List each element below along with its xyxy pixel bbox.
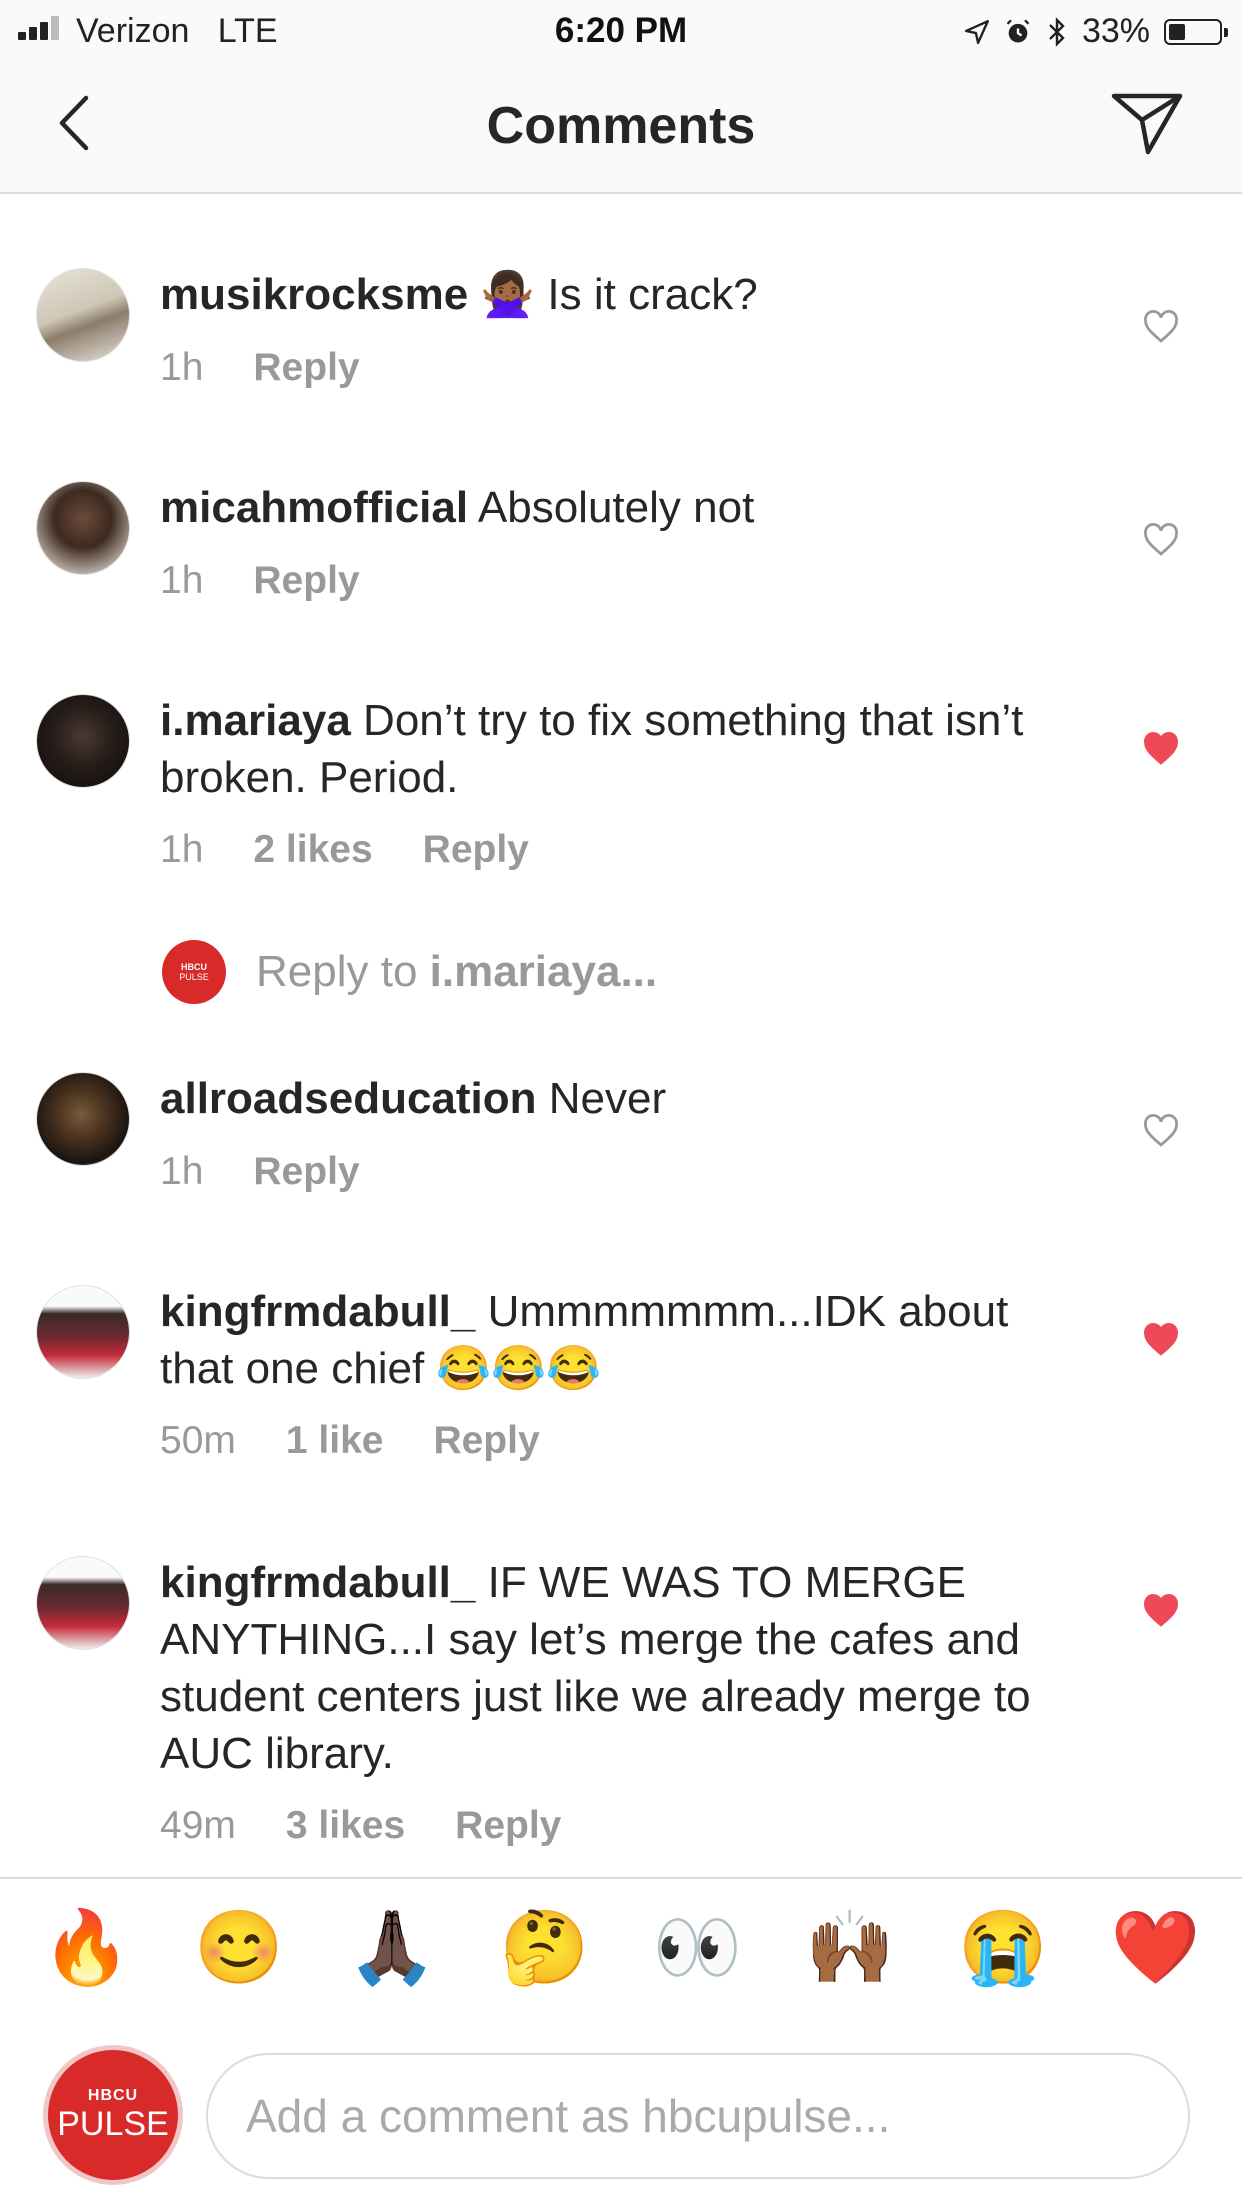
comment-meta: 50m 1 like Reply xyxy=(160,1419,540,1463)
comment-composer: HBCU PULSE Add a comment as hbcupulse... xyxy=(0,2028,1242,2208)
reply-button[interactable]: Reply xyxy=(423,828,529,872)
smile-emoji-button[interactable]: 😊 xyxy=(194,1912,284,1984)
paper-plane-icon[interactable] xyxy=(1110,88,1184,156)
reply-to-prefix: Reply to xyxy=(256,947,430,996)
comment-body: 🙅🏾‍♀️ Is it crack? xyxy=(468,270,758,319)
reply-button[interactable]: Reply xyxy=(253,346,359,390)
raised-hands-emoji-button[interactable]: 🙌🏾 xyxy=(805,1912,895,1984)
comment-meta: 1h Reply xyxy=(160,1150,360,1194)
comment-meta: 1h 2 likes Reply xyxy=(160,828,529,872)
comment-time: 1h xyxy=(160,346,204,389)
heart-icon[interactable] xyxy=(1142,523,1180,557)
avatar[interactable] xyxy=(36,268,130,362)
heart-icon[interactable] xyxy=(1142,1114,1180,1148)
comment-input[interactable]: Add a comment as hbcupulse... xyxy=(206,2053,1190,2179)
avatar: HBCU PULSE xyxy=(48,2050,178,2180)
comment-meta: 1h Reply xyxy=(160,346,360,390)
comment-username[interactable]: kingfrmdabull_ xyxy=(160,1287,475,1336)
comment-time: 1h xyxy=(160,559,204,602)
avatar: HBCU PULSE xyxy=(162,940,226,1004)
comment-meta: 1h Reply xyxy=(160,559,360,603)
alarm-icon xyxy=(1006,19,1030,42)
reply-button[interactable]: Reply xyxy=(253,559,359,603)
comment-time: 1h xyxy=(160,1150,204,1193)
like-count[interactable]: 1 like xyxy=(286,1419,384,1463)
status-bar: Verizon LTE 6:20 PM 33% xyxy=(0,0,1242,62)
comment-text: kingfrmdabull_ Ummmmmmm...IDK about that… xyxy=(160,1283,1070,1397)
battery-percent: 33% xyxy=(1081,12,1150,50)
comment-username[interactable]: micahmofficial xyxy=(160,483,468,532)
comment-username[interactable]: allroadseducation xyxy=(160,1074,537,1123)
heart-filled-icon[interactable] xyxy=(1142,1594,1180,1628)
praying-hands-emoji-button[interactable]: 🙏🏿 xyxy=(347,1912,437,1984)
reply-button[interactable]: Reply xyxy=(455,1804,561,1848)
avatar-text-large: PULSE xyxy=(57,2104,169,2143)
comment-username[interactable]: i.mariaya xyxy=(160,696,351,745)
comment-text: kingfrmdabull_ IF WE WAS TO MERGE ANYTHI… xyxy=(160,1554,1070,1782)
comment-time: 50m xyxy=(160,1419,236,1462)
comment-body: Absolutely not xyxy=(468,483,755,532)
comment-time: 1h xyxy=(160,828,204,871)
crying-emoji-button[interactable]: 😭 xyxy=(958,1912,1048,1984)
reply-to-label[interactable]: Reply to i.mariaya... xyxy=(256,947,657,997)
avatar-text-large: PULSE xyxy=(179,972,209,982)
avatar-text-small: HBCU xyxy=(181,962,207,972)
bluetooth-icon xyxy=(1049,16,1065,47)
reply-button[interactable]: Reply xyxy=(433,1419,539,1463)
avatar-text-small: HBCU xyxy=(87,2086,139,2104)
comment-username[interactable]: kingfrmdabull_ xyxy=(160,1558,475,1607)
heart-filled-icon[interactable] xyxy=(1142,1323,1180,1357)
avatar[interactable] xyxy=(36,1072,130,1166)
like-count[interactable]: 2 likes xyxy=(253,828,372,872)
comment-time: 49m xyxy=(160,1804,236,1847)
comment-body: Never xyxy=(536,1074,667,1123)
red-heart-emoji-button[interactable]: ❤️ xyxy=(1111,1912,1201,1984)
heart-icon[interactable] xyxy=(1142,310,1180,344)
eyes-emoji-button[interactable]: 👀 xyxy=(653,1912,743,1984)
comment-text: musikrocksme 🙅🏾‍♀️ Is it crack? xyxy=(160,266,1070,323)
heart-filled-icon[interactable] xyxy=(1142,732,1180,766)
battery-icon xyxy=(1164,18,1228,45)
like-count[interactable]: 3 likes xyxy=(286,1804,405,1848)
fire-emoji-button[interactable]: 🔥 xyxy=(42,1912,132,1984)
emoji-bar: 🔥 😊 🙏🏿 🤔 👀 🙌🏾 😭 ❤️ xyxy=(0,1877,1242,2017)
comment-meta: 49m 3 likes Reply xyxy=(160,1804,561,1848)
avatar[interactable] xyxy=(36,1556,130,1650)
avatar[interactable] xyxy=(36,694,130,788)
comment-text: micahmofficial Absolutely not xyxy=(160,479,1070,536)
avatar[interactable] xyxy=(36,481,130,575)
reply-to-user: i.mariaya... xyxy=(429,947,658,996)
thinking-emoji-button[interactable]: 🤔 xyxy=(500,1912,590,1984)
location-icon xyxy=(964,19,989,44)
comment-text: i.mariaya Don’t try to fix something tha… xyxy=(160,692,1070,806)
status-right: 33% xyxy=(964,12,1228,51)
reply-thread-link[interactable]: HBCU PULSE Reply to i.mariaya... xyxy=(162,940,657,1004)
page-title: Comments xyxy=(486,97,756,155)
comment-text: allroadseducation Never xyxy=(160,1070,1070,1127)
avatar[interactable] xyxy=(36,1285,130,1379)
reply-button[interactable]: Reply xyxy=(253,1150,359,1194)
comment-username[interactable]: musikrocksme xyxy=(160,270,468,319)
nav-bar: Comments xyxy=(0,62,1242,194)
